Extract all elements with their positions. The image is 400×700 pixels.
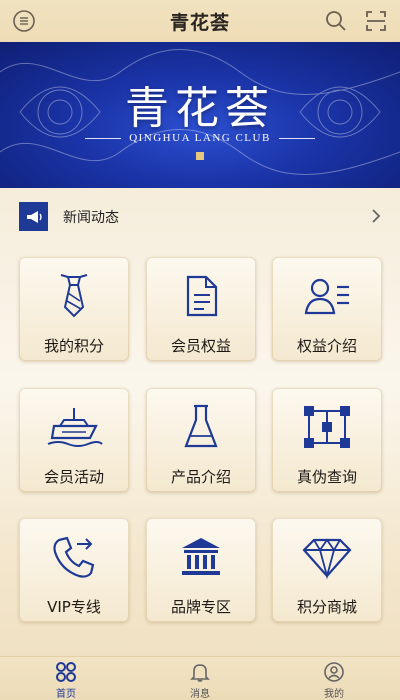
card-member-benefits[interactable]: 会员权益 bbox=[146, 257, 256, 361]
card-benefits-intro[interactable]: 权益介绍 bbox=[272, 257, 382, 361]
nav-label-messages: 消息 bbox=[190, 689, 210, 700]
card-label: 积分商城 bbox=[296, 598, 357, 616]
user-list-icon bbox=[272, 271, 382, 321]
card-label: 产品介绍 bbox=[170, 468, 231, 486]
card-points-mall[interactable]: 积分商城 bbox=[272, 518, 382, 622]
tie-icon bbox=[19, 271, 129, 321]
banner-subtitle: QINGHUA LANG CLUB bbox=[129, 132, 271, 144]
card-label: VIP专线 bbox=[47, 598, 101, 616]
scan-icon[interactable] bbox=[364, 9, 388, 33]
document-icon bbox=[146, 271, 256, 321]
hero-banner[interactable]: 青花荟 QINGHUA LANG CLUB bbox=[0, 42, 400, 188]
banner-subtitle-row: QINGHUA LANG CLUB bbox=[0, 132, 400, 144]
divider bbox=[85, 137, 122, 139]
user-circle-icon bbox=[323, 661, 345, 683]
menu-icon[interactable] bbox=[12, 9, 36, 33]
phone-icon bbox=[19, 532, 129, 582]
seal-mark bbox=[196, 152, 204, 160]
bell-icon bbox=[189, 661, 211, 683]
card-my-points[interactable]: 我的积分 bbox=[19, 257, 129, 361]
nav-label-home: 首页 bbox=[56, 689, 76, 700]
card-label: 我的积分 bbox=[43, 337, 104, 355]
banner-brand: 青花荟 bbox=[125, 83, 275, 134]
page-title: 青花荟 bbox=[169, 11, 230, 34]
card-authenticity-check[interactable]: 真伪查询 bbox=[272, 388, 382, 492]
card-label: 真伪查询 bbox=[296, 468, 357, 486]
card-label: 会员活动 bbox=[43, 468, 104, 486]
card-vip-line[interactable]: VIP专线 bbox=[19, 518, 129, 622]
card-label: 权益介绍 bbox=[296, 337, 357, 355]
megaphone-icon bbox=[19, 202, 48, 231]
nav-item-home[interactable]: 首页 bbox=[36, 661, 96, 700]
card-brand-zone[interactable]: 品牌专区 bbox=[146, 518, 256, 622]
flask-icon bbox=[146, 402, 256, 452]
card-product-intro[interactable]: 产品介绍 bbox=[146, 388, 256, 492]
nav-label-me: 我的 bbox=[324, 689, 344, 700]
card-label: 品牌专区 bbox=[170, 598, 231, 616]
search-icon[interactable] bbox=[324, 9, 348, 33]
diamond-icon bbox=[272, 532, 382, 582]
bottom-nav: 首页 消息 我的 bbox=[0, 656, 400, 700]
chevron-right-icon bbox=[370, 207, 382, 225]
news-row[interactable]: 新闻动态 bbox=[0, 196, 400, 236]
nav-item-messages[interactable]: 消息 bbox=[170, 661, 230, 700]
divider bbox=[278, 137, 315, 139]
top-bar: 青花荟 bbox=[0, 0, 400, 42]
news-label: 新闻动态 bbox=[63, 210, 119, 226]
grid-network-icon bbox=[272, 402, 382, 452]
nav-item-me[interactable]: 我的 bbox=[304, 661, 364, 700]
bank-building-icon bbox=[146, 532, 256, 582]
card-member-events[interactable]: 会员活动 bbox=[19, 388, 129, 492]
home-grid-icon bbox=[55, 661, 77, 683]
cruise-ship-icon bbox=[19, 402, 129, 452]
card-label: 会员权益 bbox=[170, 337, 231, 355]
